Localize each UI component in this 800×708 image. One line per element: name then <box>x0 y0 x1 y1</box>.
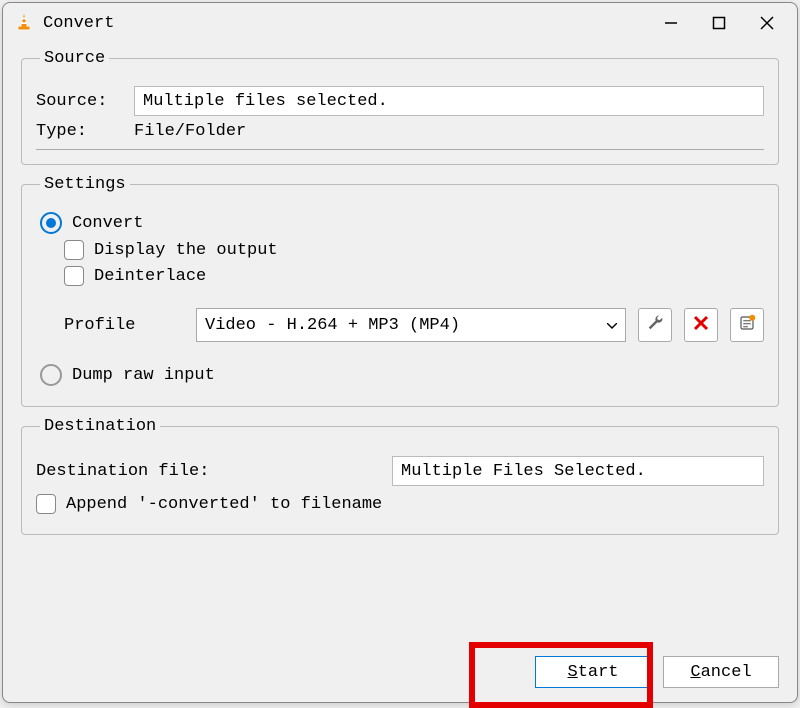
source-legend: Source <box>40 49 109 68</box>
window-controls <box>647 5 791 41</box>
convert-dialog-window: Convert Source Source: Multiple files se… <box>2 2 798 703</box>
type-label: Type: <box>36 122 126 141</box>
deinterlace-checkbox[interactable] <box>64 266 84 286</box>
maximize-button[interactable] <box>695 5 743 41</box>
profile-selected-value: Video - H.264 + MP3 (MP4) <box>205 316 460 335</box>
vlc-cone-icon <box>13 12 35 34</box>
append-converted-checkbox[interactable] <box>36 494 56 514</box>
dump-raw-radio[interactable] <box>40 364 62 386</box>
destination-group: Destination Destination file: Multiple F… <box>21 417 779 535</box>
profile-select[interactable]: Video - H.264 + MP3 (MP4) <box>196 308 626 342</box>
cancel-button-label: Cancel <box>690 663 751 682</box>
divider <box>36 149 764 150</box>
new-profile-button[interactable] <box>730 308 764 342</box>
dump-raw-label: Dump raw input <box>72 366 215 385</box>
dialog-content: Source Source: Multiple files selected. … <box>3 43 797 646</box>
display-output-checkbox[interactable] <box>64 240 84 260</box>
profile-label: Profile <box>64 316 184 335</box>
settings-legend: Settings <box>40 175 130 194</box>
convert-radio[interactable] <box>40 212 62 234</box>
destination-file-field[interactable]: Multiple Files Selected. <box>392 456 764 486</box>
wrench-icon <box>646 314 664 337</box>
new-profile-icon <box>738 314 756 337</box>
close-button[interactable] <box>743 5 791 41</box>
titlebar: Convert <box>3 3 797 43</box>
delete-profile-button[interactable] <box>684 308 718 342</box>
start-button-label: Start <box>567 663 618 682</box>
append-converted-label: Append '-converted' to filename <box>66 495 382 514</box>
destination-legend: Destination <box>40 417 160 436</box>
cancel-button[interactable]: Cancel <box>663 656 779 688</box>
edit-profile-button[interactable] <box>638 308 672 342</box>
dialog-footer: Start Cancel <box>3 646 797 702</box>
display-output-label: Display the output <box>94 241 278 260</box>
convert-radio-label: Convert <box>72 214 143 233</box>
deinterlace-label: Deinterlace <box>94 267 206 286</box>
settings-group: Settings Convert Display the output Dein… <box>21 175 779 407</box>
x-icon <box>693 315 709 336</box>
destination-file-label: Destination file: <box>36 462 209 481</box>
source-group: Source Source: Multiple files selected. … <box>21 49 779 165</box>
source-value-field[interactable]: Multiple files selected. <box>134 86 764 116</box>
type-value: File/Folder <box>134 122 246 141</box>
window-title: Convert <box>43 14 647 33</box>
source-label: Source: <box>36 92 126 111</box>
start-button[interactable]: Start <box>535 656 651 688</box>
chevron-down-icon <box>607 316 617 335</box>
minimize-button[interactable] <box>647 5 695 41</box>
